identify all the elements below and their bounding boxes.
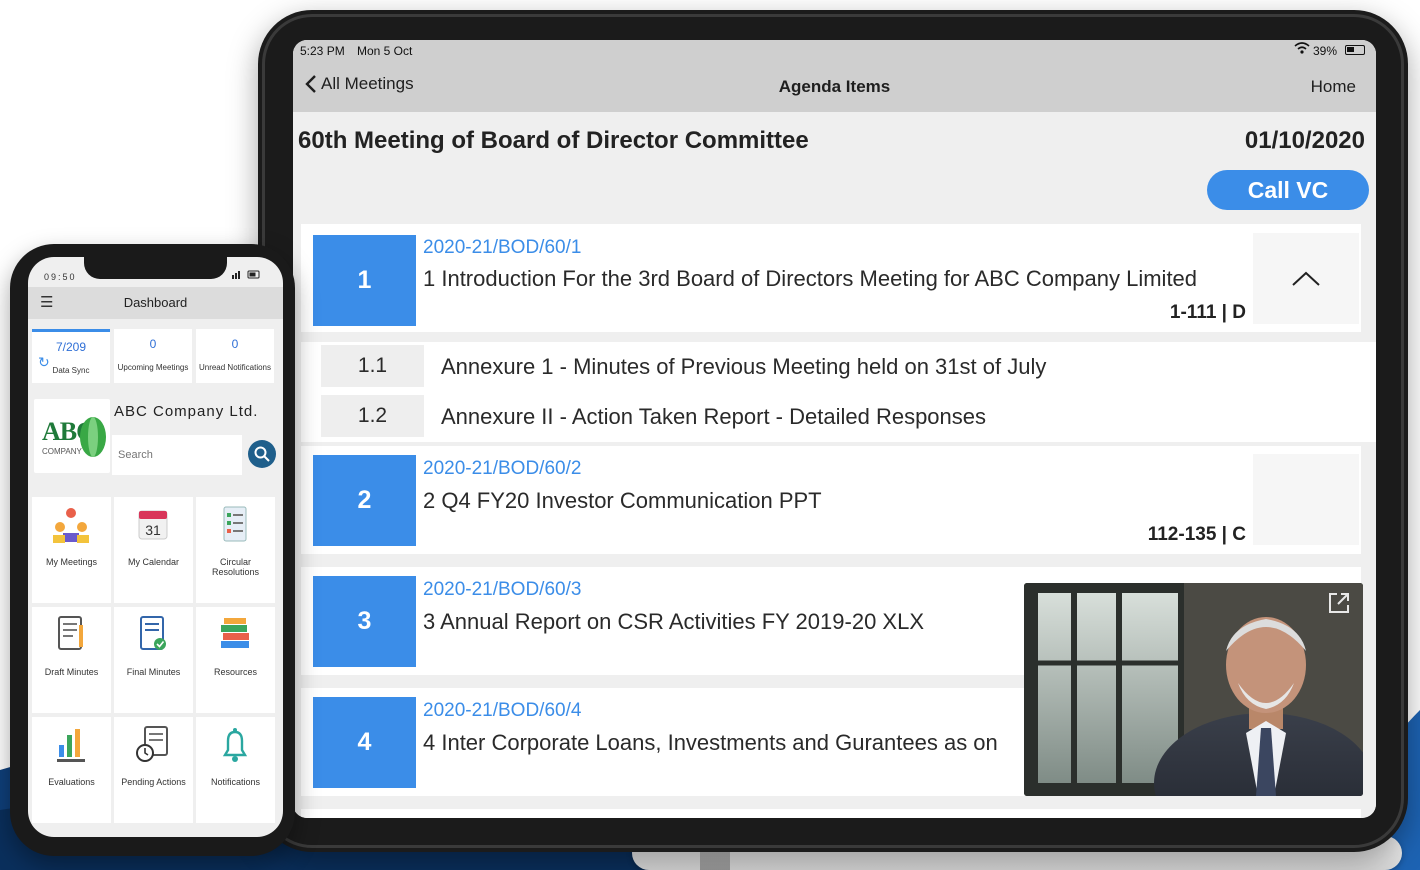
meeting-title: 60th Meeting of Board of Director Commit…	[298, 127, 809, 154]
tile-circular-resolutions[interactable]: Circular Resolutions	[196, 497, 275, 603]
bell-icon	[222, 728, 248, 762]
meeting-icon	[53, 508, 89, 543]
agenda-item-title: 4 Inter Corporate Loans, Investments and…	[423, 730, 998, 755]
phone-notch	[84, 257, 227, 279]
stat-label: Data Sync	[52, 366, 90, 375]
calendar-icon: 31	[138, 510, 168, 540]
tile-draft-minutes[interactable]: Draft Minutes	[32, 607, 111, 713]
tile-pending-actions[interactable]: Pending Actions	[114, 717, 193, 823]
battery-icon	[1345, 45, 1365, 55]
search-icon	[254, 446, 270, 462]
sub-item[interactable]: 1.1 Annexure 1 - Minutes of Previous Mee…	[321, 345, 1361, 387]
collapse-toggle[interactable]	[1253, 233, 1359, 324]
tile-label: Final Minutes	[126, 667, 181, 677]
stage: 5:23 PM Mon 5 Oct 39% All Meetings Agend…	[0, 0, 1420, 870]
nav-title: Agenda Items	[778, 77, 891, 96]
expand-toggle[interactable]	[1253, 454, 1359, 545]
stat-label: Unread Notifications	[198, 363, 272, 372]
chart-icon	[57, 729, 85, 762]
phone-header-title: Dashboard	[123, 295, 188, 310]
final-doc-icon	[140, 616, 166, 650]
stat-value: 0	[149, 337, 157, 351]
stat-value: 7/209	[55, 340, 87, 354]
sub-item-number: 1.2	[321, 395, 424, 437]
stat-unread-notifications[interactable]: 0 Unread Notifications	[196, 329, 274, 383]
tile-label: Circular Resolutions	[211, 557, 260, 577]
tile-label: Resources	[213, 667, 258, 677]
wifi-icon	[1294, 42, 1310, 57]
tile-my-meetings[interactable]: My Meetings	[32, 497, 111, 603]
svg-text:31: 31	[145, 522, 161, 538]
agenda-item-pages: 112-135 | C	[1147, 524, 1246, 545]
phone-status-time: 09:50	[44, 272, 77, 282]
tablet-screen: 5:23 PM Mon 5 Oct 39% All Meetings Agend…	[293, 40, 1376, 818]
tile-final-minutes[interactable]: Final Minutes	[114, 607, 193, 713]
chevron-up-icon	[1292, 271, 1320, 286]
tile-label: Pending Actions	[121, 777, 186, 787]
sub-item-number: 1.1	[321, 345, 424, 387]
search-input[interactable]	[112, 435, 242, 475]
company-name: ABC Company Ltd.	[114, 403, 259, 420]
video-participant-image	[1024, 583, 1363, 796]
tile-label: My Calendar	[127, 557, 180, 567]
stat-upcoming-meetings[interactable]: 0 Upcoming Meetings	[114, 329, 192, 383]
agenda-item-number: 4	[313, 697, 416, 788]
agenda-item[interactable]: 2 2020-21/BOD/60/2 2 Q4 FY20 Investor Co…	[301, 446, 1361, 554]
agenda-item-ref: 2020-21/BOD/60/3	[423, 579, 582, 600]
stat-value: 0	[231, 337, 239, 351]
agenda-item-pages: 1-111 | D	[1169, 302, 1246, 323]
agenda-item[interactable]: 1 2020-21/BOD/60/1 1 Introduction For th…	[301, 224, 1361, 332]
checklist-icon	[223, 506, 247, 542]
tile-notifications[interactable]: Notifications	[196, 717, 275, 823]
agenda-item-title: 2 Q4 FY20 Investor Communication PPT	[423, 488, 822, 513]
sub-item-list: 1.1 Annexure 1 - Minutes of Previous Mee…	[301, 342, 1376, 442]
pending-icon	[136, 726, 168, 762]
company-logo: ABC COMPANY	[34, 399, 110, 473]
tile-evaluations[interactable]: Evaluations	[32, 717, 111, 823]
tablet-status-bar: 5:23 PM Mon 5 Oct 39%	[293, 40, 1376, 62]
agenda-item-number: 1	[313, 235, 416, 326]
phone-header: ☰ Dashboard	[28, 287, 283, 319]
agenda-item-ref: 2020-21/BOD/60/4	[423, 700, 582, 721]
tile-my-calendar[interactable]: 31 My Calendar	[114, 497, 193, 603]
tile-resources[interactable]: Resources	[196, 607, 275, 713]
agenda-item-ref: 2020-21/BOD/60/2	[423, 458, 582, 479]
stat-data-sync[interactable]: ↻ 7/209 Data Sync	[32, 329, 110, 383]
draft-icon	[58, 616, 83, 650]
stat-label: Upcoming Meetings	[117, 363, 189, 372]
agenda-content: 60th Meeting of Board of Director Commit…	[293, 112, 1376, 818]
sub-item-title: Annexure 1 - Minutes of Previous Meeting…	[441, 354, 1047, 379]
agenda-item-title: 3 Annual Report on CSR Activities FY 201…	[423, 609, 924, 634]
video-call-window[interactable]	[1024, 583, 1363, 796]
books-icon	[221, 618, 249, 648]
sub-item[interactable]: 1.2 Annexure II - Action Taken Report - …	[321, 395, 1361, 437]
search-button[interactable]	[248, 440, 276, 468]
sub-item-title: Annexure II - Action Taken Report - Deta…	[441, 404, 987, 429]
tile-label: Notifications	[210, 777, 261, 787]
status-time: 5:23 PM	[300, 44, 345, 58]
tile-label: Draft Minutes	[44, 667, 99, 677]
external-link-icon[interactable]	[1327, 591, 1351, 620]
tile-label: My Meetings	[45, 557, 98, 567]
logo-subtext: COMPANY	[42, 447, 82, 456]
agenda-item-number: 2	[313, 455, 416, 546]
meeting-date: 01/10/2020	[1244, 127, 1365, 154]
agenda-item-partial	[301, 809, 1361, 818]
home-button[interactable]: Home	[1311, 77, 1356, 97]
signal-battery-icon	[232, 269, 262, 281]
tablet-nav-bar: All Meetings Agenda Items Home	[293, 62, 1376, 112]
agenda-item-ref: 2020-21/BOD/60/1	[423, 237, 582, 258]
call-vc-button[interactable]: Call VC	[1207, 170, 1369, 210]
tile-label: Evaluations	[48, 777, 95, 787]
status-date: Mon 5 Oct	[357, 44, 413, 58]
agenda-item-title: 1 Introduction For the 3rd Board of Dire…	[423, 266, 1198, 291]
phone-screen: 09:50 ☰ Dashboard ↻ 7/209 Data Sync 0 Up…	[28, 257, 283, 837]
battery-percent: 39%	[1313, 44, 1338, 58]
agenda-item-number: 3	[313, 576, 416, 667]
